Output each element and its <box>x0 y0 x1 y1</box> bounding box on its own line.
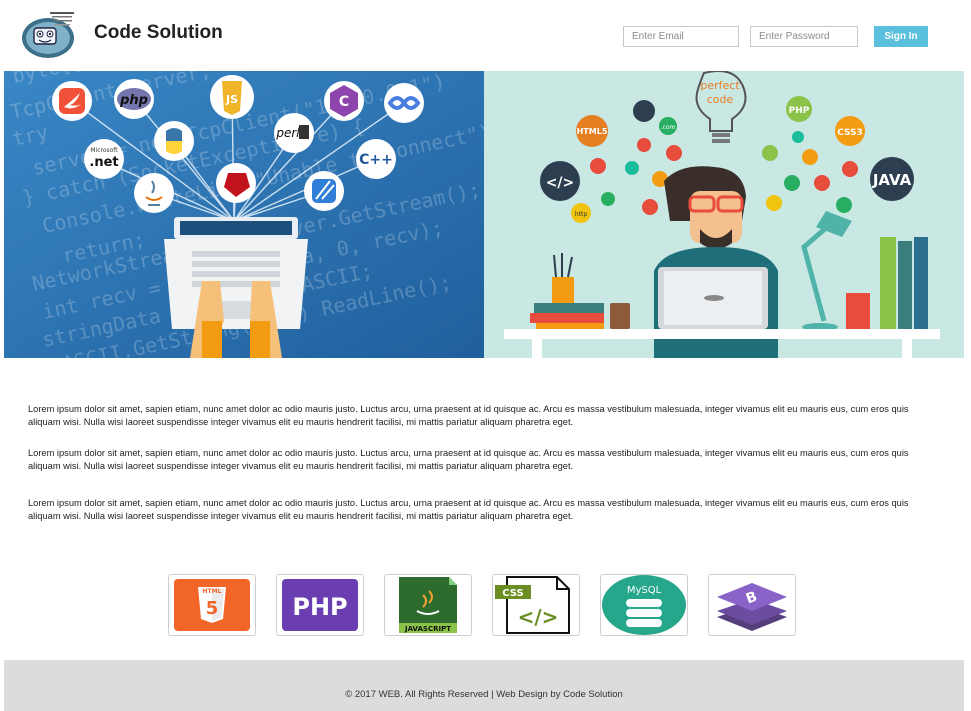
svg-text:JS: JS <box>225 93 238 106</box>
svg-text:CSS3: CSS3 <box>837 128 863 138</box>
hero-illustration: byte[] data = new byte[1024]; TcpClient … <box>4 71 964 358</box>
content-section: Lorem ipsum dolor sit amet, sapien etiam… <box>28 403 936 522</box>
svg-text:php: php <box>119 93 148 108</box>
svg-text:5: 5 <box>206 598 219 619</box>
mysql-icon: MySQL <box>602 575 686 635</box>
svg-text:CSS: CSS <box>502 588 523 599</box>
svg-text:.net: .net <box>89 155 118 170</box>
paragraph-3: Lorem ipsum dolor sit amet, sapien etiam… <box>28 498 909 521</box>
svg-text:HTML: HTML <box>203 588 222 595</box>
svg-text:perfect: perfect <box>700 79 740 92</box>
page: Code Solution Sign In byte[] data = new … <box>4 0 964 711</box>
php-logo-tile[interactable]: PHP <box>276 574 364 636</box>
svg-text:.com: .com <box>661 124 676 131</box>
svg-text:perl: perl <box>275 126 300 140</box>
email-input[interactable] <box>623 26 739 47</box>
footer-copyright: © 2017 WEB. All Rights Reserved | Web De… <box>345 689 623 700</box>
html5-icon: HTML 5 <box>174 579 250 631</box>
php-icon: PHP <box>282 579 358 631</box>
svg-text:MySQL: MySQL <box>627 585 662 596</box>
svg-text:HTML5: HTML5 <box>577 127 608 136</box>
brand-title[interactable]: Code Solution <box>94 22 223 44</box>
svg-text:C: C <box>339 94 349 110</box>
javascript-icon: JAVASCRIPT <box>399 577 457 633</box>
css-logo-tile[interactable]: CSS </> <box>492 574 580 636</box>
svg-text:Microsoft: Microsoft <box>90 147 118 154</box>
css-icon: CSS </> <box>495 576 570 634</box>
svg-text:PHP: PHP <box>292 593 347 621</box>
svg-text:</>: </> <box>546 175 575 191</box>
tech-logos: HTML 5 PHP JAVASCRIPT CSS </> MySQL B <box>168 574 798 638</box>
javascript-logo-tile[interactable]: JAVASCRIPT <box>384 574 472 636</box>
sign-in-button[interactable]: Sign In <box>874 26 928 47</box>
svg-text:http: http <box>575 211 588 218</box>
html5-logo-tile[interactable]: HTML 5 <box>168 574 256 636</box>
svg-text:</>: </> <box>518 605 559 629</box>
password-input[interactable] <box>750 26 858 47</box>
paragraph-2: Lorem ipsum dolor sit amet, sapien etiam… <box>28 448 909 471</box>
svg-text:JAVASCRIPT: JAVASCRIPT <box>404 625 451 633</box>
mysql-logo-tile[interactable]: MySQL <box>600 574 688 636</box>
site-footer: © 2017 WEB. All Rights Reserved | Web De… <box>4 660 964 711</box>
svg-text:PHP: PHP <box>789 106 810 116</box>
svg-text:C++: C++ <box>359 152 393 168</box>
logo-icon[interactable] <box>20 8 76 60</box>
svg-text:code: code <box>707 93 734 106</box>
paragraph-1: Lorem ipsum dolor sit amet, sapien etiam… <box>28 404 909 427</box>
svg-text:JAVA: JAVA <box>872 171 912 189</box>
bootstrap-logo-tile[interactable]: B <box>708 574 796 636</box>
site-header: Code Solution Sign In <box>4 0 964 70</box>
bootstrap-icon: B <box>717 583 787 631</box>
hero-banner: byte[] data = new byte[1024]; TcpClient … <box>4 71 964 358</box>
